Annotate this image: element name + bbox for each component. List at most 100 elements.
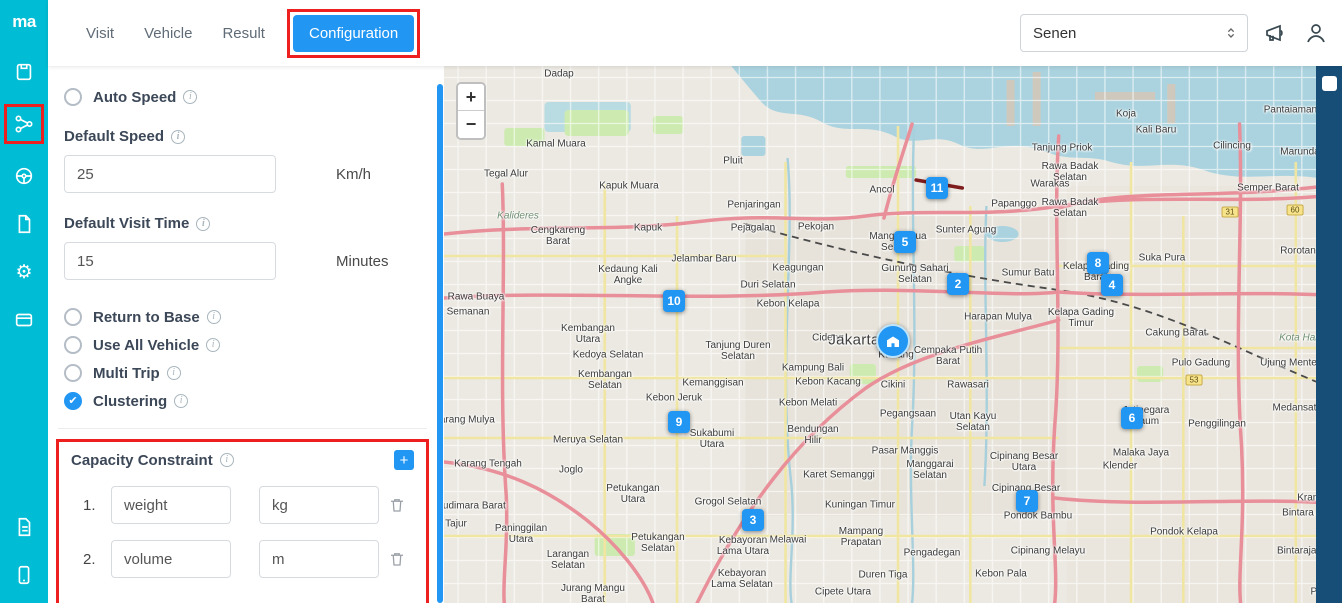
default-speed-unit: Km/h xyxy=(336,166,371,183)
map-marker-5[interactable]: 5 xyxy=(894,231,916,253)
trash-icon xyxy=(388,496,406,514)
map-zoom-control: + − xyxy=(456,82,486,140)
capacity-header: Capacity Constraint + xyxy=(71,450,414,470)
user-icon xyxy=(1304,21,1328,45)
divider xyxy=(58,428,427,429)
info-icon[interactable] xyxy=(220,453,234,467)
checkbox-label: Use All Vehicle xyxy=(93,337,199,354)
capacity-unit-input[interactable] xyxy=(259,486,379,524)
sidebar-item-settings[interactable]: ⚙ xyxy=(8,256,40,288)
map-marker-11[interactable]: 11 xyxy=(926,177,948,199)
right-dock xyxy=(1316,66,1342,603)
add-capacity-button[interactable]: + xyxy=(394,450,414,470)
sidebar-nav-bottom xyxy=(8,511,40,591)
route-icon xyxy=(13,113,35,135)
panel-scrollbar[interactable] xyxy=(437,66,444,603)
sidebar-item-vehicle[interactable] xyxy=(8,160,40,192)
file-icon xyxy=(13,213,35,235)
zoom-in-button[interactable]: + xyxy=(458,84,484,111)
content-area: Auto Speed Default Speed Km/h Defa xyxy=(48,66,1342,603)
sidebar-item-orders[interactable] xyxy=(8,56,40,88)
zoom-out-button[interactable]: − xyxy=(458,111,484,138)
info-icon[interactable] xyxy=(183,90,197,104)
config-panel: Auto Speed Default Speed Km/h Defa xyxy=(48,66,437,603)
map-markers: 11 5 2 84 10 6 9 3 7 xyxy=(444,66,1342,603)
topbar-right: Senen xyxy=(1020,14,1328,52)
checkbox-label: Multi Trip xyxy=(93,365,160,382)
checkbox-clustering[interactable]: Clustering xyxy=(64,392,421,410)
checkbox-label: Clustering xyxy=(93,393,167,410)
trash-icon xyxy=(388,550,406,568)
gear-icon: ⚙ xyxy=(15,263,32,282)
app-sidebar: ma ⚙ xyxy=(0,0,48,603)
checkbox-return-to-base[interactable]: Return to Base xyxy=(64,308,421,326)
tab-result[interactable]: Result xyxy=(210,17,277,50)
sidebar-item-documents[interactable] xyxy=(8,511,40,543)
scrollbar-thumb[interactable] xyxy=(437,84,443,603)
sidebar-item-report[interactable] xyxy=(8,208,40,240)
default-visit-time-label-row: Default Visit Time xyxy=(64,215,421,232)
capacity-name-input[interactable] xyxy=(111,486,231,524)
info-icon[interactable] xyxy=(206,338,220,352)
branch-select[interactable]: Senen xyxy=(1020,14,1248,52)
sidebar-item-billing[interactable] xyxy=(8,304,40,336)
app-window: ma ⚙ xyxy=(0,0,1342,603)
checkbox[interactable] xyxy=(64,392,82,410)
dock-panel-icon[interactable] xyxy=(1322,76,1337,91)
default-visit-time-unit: Minutes xyxy=(336,253,389,270)
capacity-row: 1. xyxy=(71,486,414,524)
field-label: Default Speed xyxy=(64,128,164,145)
checkbox[interactable] xyxy=(64,88,82,106)
annotation-box-routing xyxy=(4,104,44,144)
map-depot-marker[interactable] xyxy=(876,324,910,358)
nav-tabs: Visit Vehicle Result Configuration xyxy=(74,9,420,58)
map[interactable]: DadapKamal MuaraTegal AlurKapuk MuaraPlu… xyxy=(444,66,1342,603)
map-marker-4[interactable]: 4 xyxy=(1101,274,1123,296)
map-marker-7[interactable]: 7 xyxy=(1016,490,1038,512)
toggle-list: Return to Base Use All Vehicle Multi Tri… xyxy=(64,308,421,410)
map-marker-8[interactable]: 8 xyxy=(1087,252,1109,274)
default-visit-time-group: Default Visit Time Minutes xyxy=(64,215,421,280)
capacity-unit-input[interactable] xyxy=(259,540,379,578)
info-icon[interactable] xyxy=(174,394,188,408)
info-icon[interactable] xyxy=(207,310,221,324)
info-icon[interactable] xyxy=(171,130,185,144)
checkbox-auto-speed[interactable]: Auto Speed xyxy=(64,88,421,106)
checkbox[interactable] xyxy=(64,308,82,326)
checkbox[interactable] xyxy=(64,364,82,382)
topbar: Visit Vehicle Result Configuration Senen xyxy=(48,0,1342,66)
checkbox-multi-trip[interactable]: Multi Trip xyxy=(64,364,421,382)
map-marker-10[interactable]: 10 xyxy=(663,290,685,312)
checkbox-label: Return to Base xyxy=(93,309,200,326)
sidebar-item-routing[interactable] xyxy=(8,108,40,140)
steering-wheel-icon xyxy=(13,165,35,187)
map-marker-6[interactable]: 6 xyxy=(1121,407,1143,429)
sidebar-nav: ⚙ xyxy=(4,56,44,336)
capacity-name-input[interactable] xyxy=(111,540,231,578)
tab-vehicle[interactable]: Vehicle xyxy=(132,17,204,50)
capacity-constraint-section: Capacity Constraint + 1. 2. xyxy=(56,439,429,603)
default-visit-time-input[interactable] xyxy=(64,242,276,280)
tab-visit[interactable]: Visit xyxy=(74,17,126,50)
app-logo: ma xyxy=(12,12,36,32)
map-marker-2[interactable]: 2 xyxy=(947,273,969,295)
tab-configuration[interactable]: Configuration xyxy=(293,15,414,52)
checkbox-use-all-vehicle[interactable]: Use All Vehicle xyxy=(64,336,421,354)
info-icon[interactable] xyxy=(196,217,210,231)
depot-building-icon xyxy=(884,332,902,350)
map-marker-3[interactable]: 3 xyxy=(742,509,764,531)
capacity-row: 2. xyxy=(71,540,414,578)
default-speed-input[interactable] xyxy=(64,155,276,193)
announcements-button[interactable] xyxy=(1264,21,1288,45)
capacity-row-index: 2. xyxy=(83,551,111,568)
user-menu-button[interactable] xyxy=(1304,21,1328,45)
checkbox[interactable] xyxy=(64,336,82,354)
branch-select-value: Senen xyxy=(1033,25,1076,42)
delete-capacity-button[interactable] xyxy=(388,550,406,568)
checkbox-label: Auto Speed xyxy=(93,89,176,106)
map-marker-9[interactable]: 9 xyxy=(668,411,690,433)
sidebar-item-mobile[interactable] xyxy=(8,559,40,591)
info-icon[interactable] xyxy=(167,366,181,380)
delete-capacity-button[interactable] xyxy=(388,496,406,514)
document-icon xyxy=(13,516,35,538)
